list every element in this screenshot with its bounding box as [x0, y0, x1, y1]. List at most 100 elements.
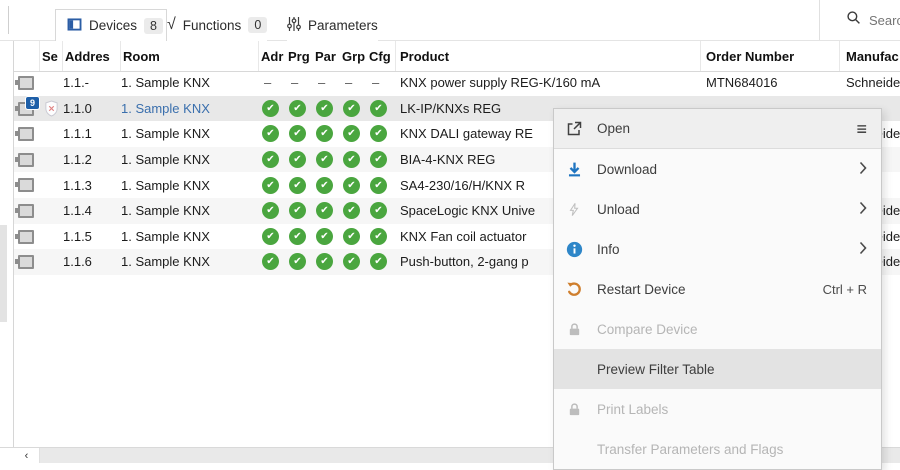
menu-item-label: Compare Device [597, 322, 867, 337]
status-ok-icon: ✔ [289, 100, 306, 117]
status-ok-icon: ✔ [316, 253, 333, 270]
table-row[interactable]: 1.1.-1. Sample KNX–––––KNX power supply … [14, 70, 900, 96]
menu-item-info[interactable]: Info [554, 229, 881, 269]
devices-count-badge: 8 [144, 18, 163, 34]
status-cell: ✔ [340, 125, 367, 142]
product-cell: KNX power supply REG-K/160 mA [396, 75, 701, 90]
lock-icon [564, 399, 584, 419]
status-ok-icon: ✔ [262, 253, 279, 270]
room-cell: 1. Sample KNX [121, 126, 259, 141]
status-empty: – [291, 75, 298, 90]
tab-devices-label: Devices [89, 18, 137, 33]
search-box[interactable] [819, 0, 900, 40]
menu-item-unload[interactable]: Unload [554, 189, 881, 229]
tab-parameters-label: Parameters [308, 18, 378, 33]
column-header-manufacturer[interactable]: Manufac [840, 41, 900, 71]
column-header-prg[interactable]: Prg [286, 41, 313, 71]
functions-icon: √ [167, 16, 176, 34]
status-ok-icon: ✔ [343, 177, 360, 194]
status-ok-icon: ✔ [370, 125, 387, 142]
status-cell: ✔ [367, 202, 396, 219]
status-ok-icon: ✔ [370, 151, 387, 168]
status-cell: ✔ [286, 253, 313, 270]
tab-parameters[interactable]: Parameters [287, 9, 378, 41]
column-header-cfg[interactable]: Cfg [367, 41, 396, 71]
status-ok-icon: ✔ [289, 228, 306, 245]
menu-item-open[interactable]: Open≡ [554, 109, 881, 149]
column-header-grp[interactable]: Grp [340, 41, 367, 71]
menu-item-label: Unload [597, 202, 859, 217]
left-panel-edge [0, 40, 14, 447]
room-cell: 1. Sample KNX [121, 254, 259, 269]
unload-icon [564, 199, 584, 219]
status-cell: ✔ [367, 151, 396, 168]
device-icon [14, 121, 40, 147]
menu-item-download[interactable]: Download [554, 149, 881, 189]
status-cell: ✔ [367, 253, 396, 270]
status-cell: ✔ [259, 177, 286, 194]
status-ok-icon: ✔ [343, 202, 360, 219]
status-cell: ✔ [340, 202, 367, 219]
column-header-par[interactable]: Par [313, 41, 340, 71]
menu-item-restart-device[interactable]: Restart DeviceCtrl + R [554, 269, 881, 309]
table-header: Se Addres Room Adr Prg Par Grp Cfg Produ… [14, 40, 900, 72]
menu-item-label: Download [597, 162, 859, 177]
status-empty: – [372, 75, 379, 90]
status-cell: ✔ [313, 177, 340, 194]
security-cell [40, 70, 63, 96]
column-header-adr[interactable]: Adr [259, 41, 286, 71]
manufacturer-cell: Schneider [840, 75, 900, 90]
status-cell: ✔ [259, 100, 286, 117]
status-cell: ✔ [313, 202, 340, 219]
status-cell: ✔ [367, 177, 396, 194]
status-cell: – [367, 75, 396, 90]
column-header-icon[interactable] [14, 41, 40, 71]
status-cell: ✔ [259, 228, 286, 245]
tab-devices[interactable]: Devices 8 [55, 9, 167, 41]
menu-item-label: Preview Filter Table [597, 362, 867, 377]
status-ok-icon: ✔ [343, 253, 360, 270]
pending-operations-badge: 9 [25, 96, 40, 110]
menu-item-transfer-parameters-and-flags: Transfer Parameters and Flags [554, 429, 881, 469]
status-ok-icon: ✔ [370, 228, 387, 245]
status-ok-icon: ✔ [343, 125, 360, 142]
status-empty: – [318, 75, 325, 90]
status-cell: ✔ [259, 125, 286, 142]
column-header-order-number[interactable]: Order Number [701, 41, 840, 71]
menu-item-label: Info [597, 242, 859, 257]
restart-icon [564, 279, 584, 299]
device-address: 1.1.- [63, 75, 121, 90]
vertical-scrollbar-thumb[interactable] [0, 225, 7, 322]
security-warning-icon [40, 96, 63, 122]
device-address: 1.1.3 [63, 178, 121, 193]
status-cell: ✔ [286, 125, 313, 142]
lock-icon [564, 319, 584, 339]
status-ok-icon: ✔ [262, 100, 279, 117]
column-header-room[interactable]: Room [121, 41, 259, 71]
tab-functions[interactable]: √ Functions 0 [167, 9, 267, 41]
status-cell: ✔ [340, 151, 367, 168]
status-cell: ✔ [259, 151, 286, 168]
status-ok-icon: ✔ [289, 202, 306, 219]
menu-item-preview-filter-table[interactable]: Preview Filter Table [554, 349, 881, 389]
column-header-product[interactable]: Product [396, 41, 701, 71]
status-cell: ✔ [259, 253, 286, 270]
status-cell: ✔ [286, 151, 313, 168]
scroll-left-button[interactable]: ‹ [14, 448, 40, 463]
status-ok-icon: ✔ [343, 151, 360, 168]
device-address: 1.1.0 [63, 101, 121, 116]
status-cell: ✔ [313, 100, 340, 117]
status-cell: ✔ [313, 253, 340, 270]
status-cell: ✔ [286, 100, 313, 117]
device-icon [14, 224, 40, 250]
search-input[interactable] [867, 12, 900, 29]
status-cell: – [259, 75, 286, 90]
room-cell: 1. Sample KNX [121, 75, 259, 90]
status-ok-icon: ✔ [289, 253, 306, 270]
device-address: 1.1.6 [63, 254, 121, 269]
column-header-address[interactable]: Addres [63, 41, 121, 71]
menu-handle-icon[interactable]: ≡ [856, 120, 867, 138]
status-ok-icon: ✔ [370, 100, 387, 117]
status-ok-icon: ✔ [262, 125, 279, 142]
column-header-security[interactable]: Se [40, 41, 63, 71]
